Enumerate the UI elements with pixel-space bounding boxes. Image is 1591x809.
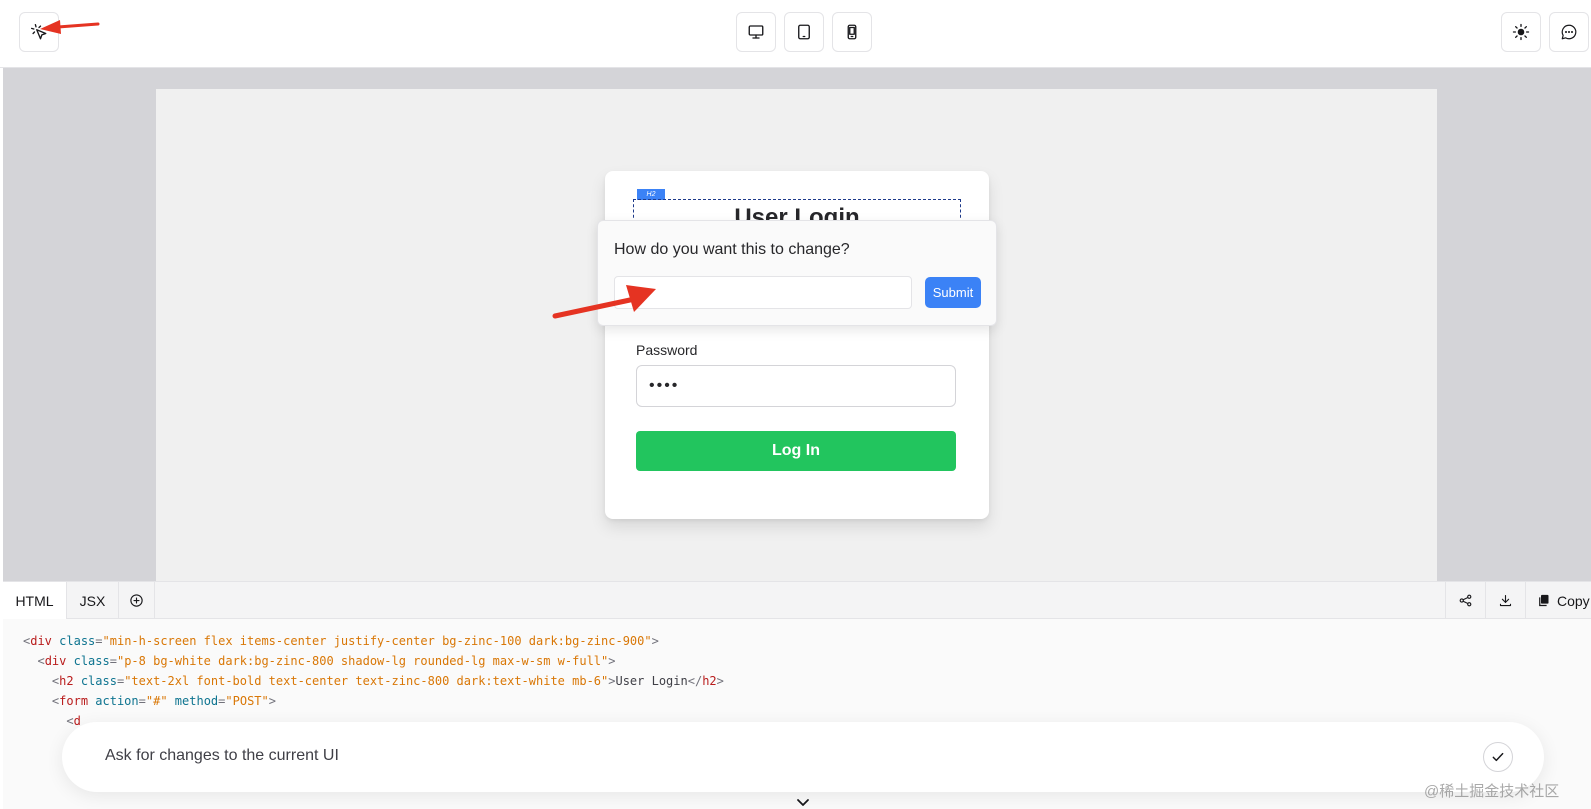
chat-button[interactable] bbox=[1549, 12, 1589, 52]
confirm-button[interactable] bbox=[1483, 742, 1513, 772]
ask-changes-input[interactable]: Ask for changes to the current UI bbox=[105, 747, 339, 765]
share-button[interactable] bbox=[1445, 582, 1485, 619]
copy-label: Copy bbox=[1557, 592, 1590, 609]
element-select-button[interactable] bbox=[19, 12, 59, 52]
cursor-select-icon bbox=[30, 23, 47, 40]
code-editor[interactable]: <div class="min-h-screen flex items-cent… bbox=[23, 631, 724, 731]
chevron-down-icon[interactable] bbox=[796, 798, 810, 808]
watermark: @稀土掘金技术社区 bbox=[1424, 783, 1560, 800]
chat-bubble-icon bbox=[1561, 24, 1577, 40]
tab-jsx[interactable]: JSX bbox=[67, 582, 119, 619]
code-tabbar: HTML JSX Copy bbox=[3, 581, 1591, 619]
download-icon bbox=[1499, 594, 1512, 607]
login-button[interactable]: Log In bbox=[636, 431, 956, 471]
desktop-view-button[interactable] bbox=[736, 12, 776, 52]
mobile-icon bbox=[847, 24, 857, 40]
mobile-view-button[interactable] bbox=[832, 12, 872, 52]
tablet-icon bbox=[798, 24, 810, 40]
copy-icon bbox=[1539, 594, 1549, 607]
tablet-view-button[interactable] bbox=[784, 12, 824, 52]
change-request-input[interactable] bbox=[614, 276, 912, 309]
submit-button[interactable]: Submit bbox=[925, 277, 981, 308]
add-tab-button[interactable] bbox=[119, 582, 155, 619]
copy-button[interactable]: Copy bbox=[1525, 582, 1591, 619]
top-toolbar bbox=[0, 0, 1591, 68]
theme-toggle-button[interactable] bbox=[1501, 12, 1541, 52]
share-icon bbox=[1459, 594, 1472, 607]
check-icon bbox=[1492, 752, 1504, 762]
ask-changes-bar[interactable]: Ask for changes to the current UI bbox=[62, 722, 1544, 792]
desktop-icon bbox=[748, 25, 764, 39]
plus-circle-icon bbox=[130, 594, 143, 607]
sun-icon bbox=[1512, 23, 1530, 41]
password-field[interactable]: •••• bbox=[636, 365, 956, 407]
popover-question: How do you want this to change? bbox=[614, 241, 850, 258]
tab-html[interactable]: HTML bbox=[3, 582, 67, 619]
change-request-popover: How do you want this to change? Submit bbox=[597, 220, 997, 326]
download-button[interactable] bbox=[1485, 582, 1525, 619]
password-label: Password bbox=[636, 342, 698, 358]
